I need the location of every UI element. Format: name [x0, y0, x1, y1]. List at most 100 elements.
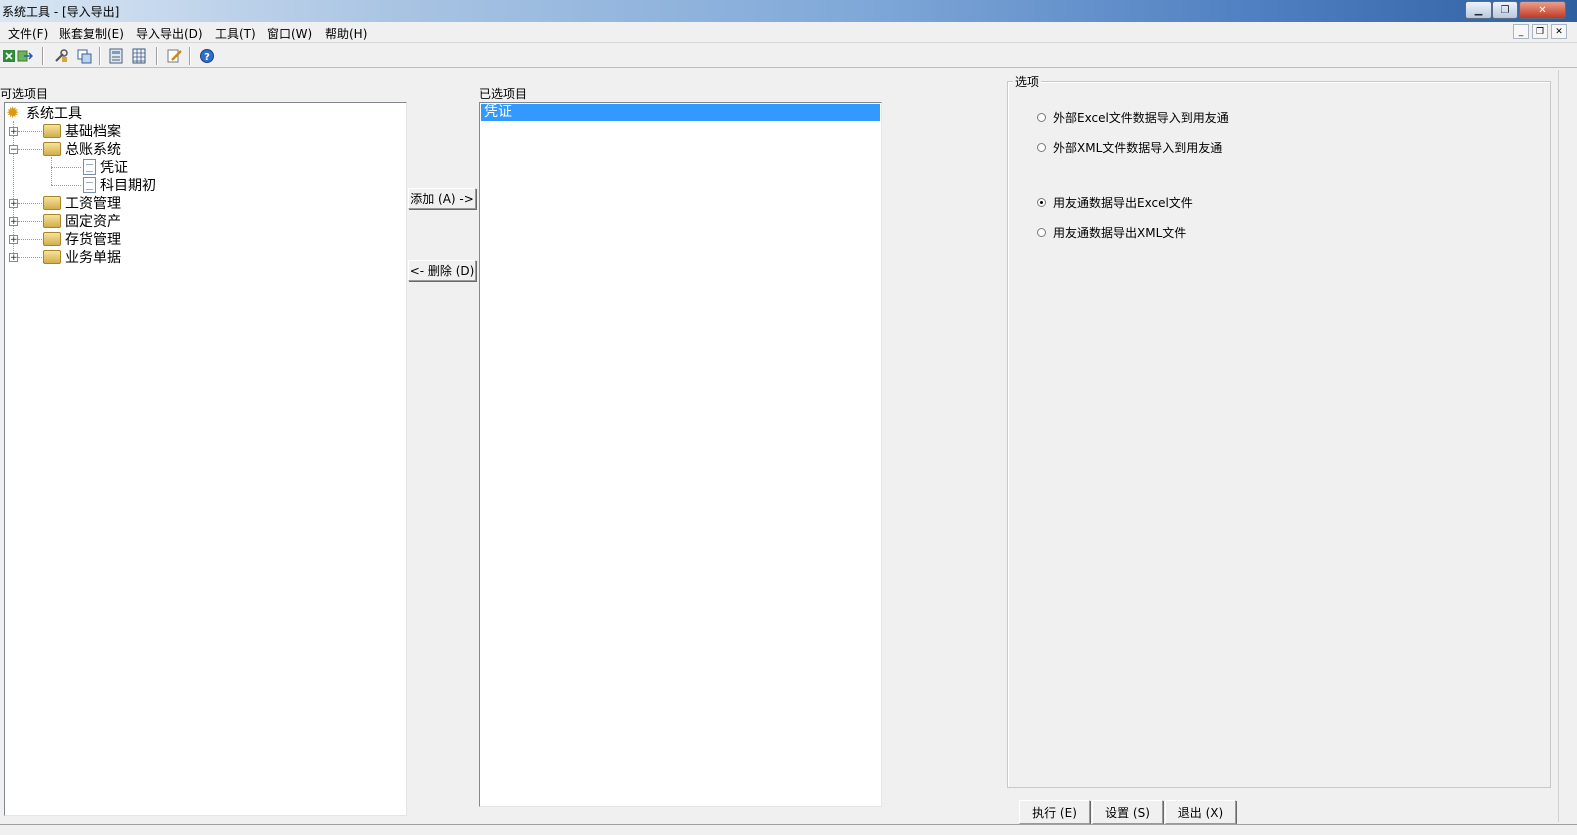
folder-icon — [43, 142, 61, 156]
radio-label: 外部XML文件数据导入到用友通 — [1053, 141, 1223, 155]
add-button[interactable]: 添加 (A) -> — [408, 188, 476, 209]
tree-node-label: 基础档案 — [65, 124, 121, 140]
minimize-button[interactable]: ▁ — [1465, 1, 1492, 19]
selected-items-label: 已选项目 — [479, 87, 528, 101]
calc-icon[interactable] — [107, 47, 125, 65]
document-icon — [83, 177, 96, 193]
grid-icon[interactable] — [130, 47, 148, 65]
bottom-divider — [0, 824, 1577, 825]
menu-file[interactable]: 文件(F) — [8, 25, 48, 42]
export-icon[interactable] — [16, 47, 34, 65]
tree-connector — [18, 221, 42, 222]
toolbar-separator — [99, 47, 101, 65]
available-items-label: 可选项目 — [0, 87, 49, 101]
tree-node-label: 业务单据 — [65, 250, 121, 266]
toolbar-separator — [156, 47, 158, 65]
tree-node-label: 固定资产 — [65, 214, 121, 230]
copy-icon[interactable] — [75, 47, 93, 65]
folder-icon — [43, 196, 61, 210]
tree-node-inventory[interactable]: 存货管理 — [43, 230, 121, 248]
menu-window[interactable]: 窗口(W) — [267, 25, 312, 42]
radio-export-xml[interactable]: 用友通数据导出XML文件 — [1037, 224, 1186, 241]
mdi-close-button[interactable]: ✕ — [1551, 24, 1567, 39]
restore-button[interactable]: ❐ — [1492, 1, 1518, 19]
radio-circle-selected[interactable] — [1037, 198, 1046, 207]
expand-icon[interactable]: + — [9, 235, 18, 245]
toolbar-separator — [42, 47, 44, 65]
tree-node-label: 工资管理 — [65, 196, 121, 212]
tree-node-payroll[interactable]: 工资管理 — [43, 194, 121, 212]
right-edge-divider — [1558, 70, 1566, 822]
tree-node-basic-archives[interactable]: 基础档案 — [43, 122, 121, 140]
radio-circle[interactable] — [1037, 228, 1046, 237]
folder-icon — [43, 124, 61, 138]
tree-connector — [18, 149, 42, 150]
selected-items-list[interactable]: 凭证 — [479, 102, 882, 807]
mdi-restore-button[interactable]: ❐ — [1532, 24, 1548, 39]
help-icon[interactable]: ? — [198, 47, 216, 65]
tree-node-label: 凭证 — [100, 160, 128, 176]
tree-connector — [51, 167, 81, 168]
tree-connector — [51, 185, 81, 186]
tree-node-business-docs[interactable]: 业务单据 — [43, 248, 121, 266]
window-title: 系统工具 - [导入导出] — [2, 5, 120, 19]
radio-circle[interactable] — [1037, 143, 1046, 152]
menu-bar: 文件(F) 账套复制(E) 导入导出(D) 工具(T) 窗口(W) 帮助(H) … — [0, 22, 1577, 43]
remove-button[interactable]: <- 删除 (D) — [408, 260, 476, 281]
list-item[interactable]: 凭证 — [481, 104, 880, 121]
tree-node-voucher[interactable]: 凭证 — [83, 158, 128, 176]
minimize-icon: _ — [1518, 26, 1524, 37]
available-items-tree[interactable]: ✹ 系统工具 + 基础档案 − 总账系统 凭证 科目期初 + 工资管理 + 固定… — [4, 102, 407, 816]
menu-tools[interactable]: 工具(T) — [215, 25, 256, 42]
radio-import-excel[interactable]: 外部Excel文件数据导入到用友通 — [1037, 109, 1229, 126]
toolbar-separator — [189, 47, 191, 65]
tree-connector — [18, 131, 42, 132]
edit-icon[interactable] — [166, 47, 184, 65]
radio-label: 用友通数据导出Excel文件 — [1053, 196, 1193, 210]
radio-export-excel[interactable]: 用友通数据导出Excel文件 — [1037, 194, 1193, 211]
menu-import-export[interactable]: 导入导出(D) — [136, 25, 203, 42]
restore-icon: ❐ — [1535, 26, 1545, 37]
svg-text:?: ? — [204, 52, 210, 63]
settings-button[interactable]: 设置 (S) — [1092, 800, 1163, 824]
folder-icon — [43, 214, 61, 228]
radio-label: 用友通数据导出XML文件 — [1053, 226, 1187, 240]
exit-button[interactable]: 退出 (X) — [1165, 800, 1236, 824]
title-bar: 系统工具 - [导入导出] ▁ ❐ ✕ — [0, 0, 1577, 22]
tree-node-label: 科目期初 — [100, 178, 156, 194]
tree-connector — [18, 257, 42, 258]
expand-icon[interactable]: + — [9, 217, 18, 227]
tree-node-opening-balance[interactable]: 科目期初 — [83, 176, 156, 194]
tree-node-label: 总账系统 — [65, 142, 121, 158]
mdi-minimize-button[interactable]: _ — [1513, 24, 1529, 39]
wrench-icon[interactable] — [52, 47, 70, 65]
close-button[interactable]: ✕ — [1519, 1, 1566, 19]
tree-node-label: 存货管理 — [65, 232, 121, 248]
radio-import-xml[interactable]: 外部XML文件数据导入到用友通 — [1037, 139, 1222, 156]
restore-icon: ❐ — [1500, 4, 1510, 16]
tree-node-label: 系统工具 — [26, 106, 82, 122]
collapse-icon[interactable]: − — [9, 145, 18, 155]
tree-node-general-ledger[interactable]: 总账系统 — [43, 140, 121, 158]
radio-circle[interactable] — [1037, 113, 1046, 122]
tree-connector — [18, 239, 42, 240]
radio-label: 外部Excel文件数据导入到用友通 — [1053, 111, 1229, 125]
expand-icon[interactable]: + — [9, 127, 18, 137]
execute-button[interactable]: 执行 (E) — [1019, 800, 1090, 824]
menu-account-copy[interactable]: 账套复制(E) — [59, 25, 124, 42]
tree-connector — [51, 157, 52, 185]
folder-icon — [43, 250, 61, 264]
minimize-icon: ▁ — [1474, 4, 1483, 16]
tree-connector — [18, 203, 42, 204]
document-icon — [83, 159, 96, 175]
tree-node-fixed-assets[interactable]: 固定资产 — [43, 212, 121, 230]
expand-icon[interactable]: + — [9, 253, 18, 263]
options-legend: 选项 — [1013, 73, 1042, 90]
close-icon: ✕ — [1555, 26, 1563, 37]
expand-icon[interactable]: + — [9, 199, 18, 209]
folder-icon — [43, 232, 61, 246]
close-icon: ✕ — [1538, 4, 1547, 16]
gear-icon: ✹ — [6, 103, 20, 122]
tree-root[interactable]: ✹ 系统工具 — [6, 103, 82, 123]
menu-help[interactable]: 帮助(H) — [325, 25, 367, 42]
